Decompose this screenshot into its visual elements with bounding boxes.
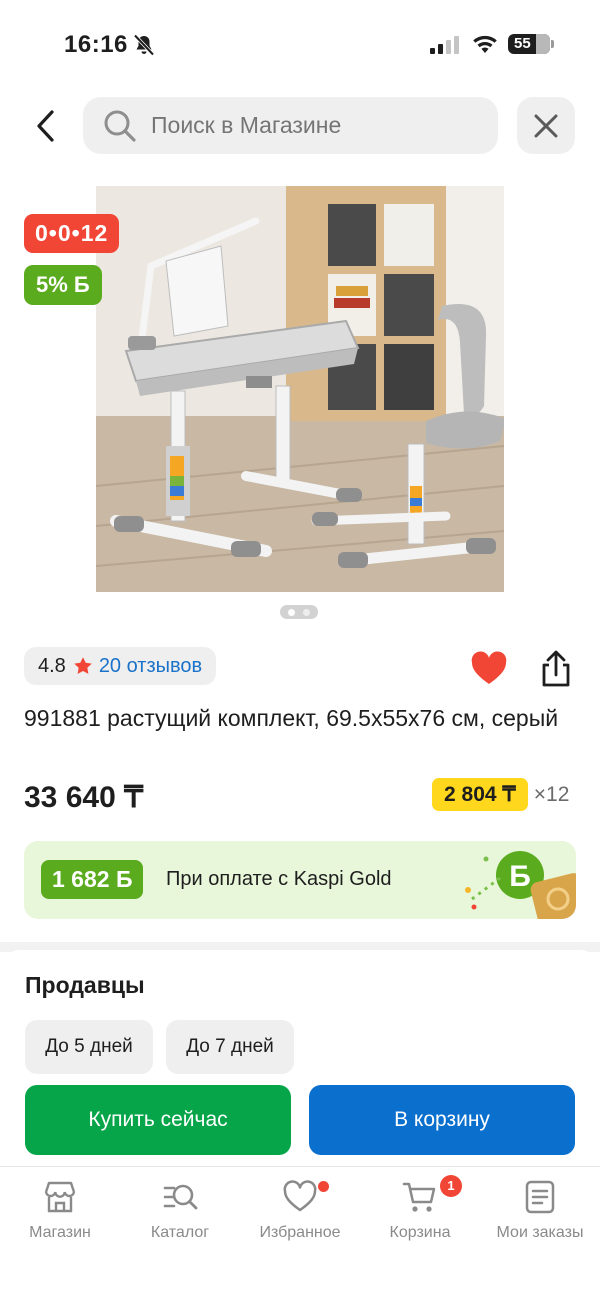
rating-reviews-pill[interactable]: 4.8 20 отзывов — [24, 647, 217, 685]
heart-outline-icon — [283, 1180, 317, 1212]
add-to-cart-button[interactable]: В корзину — [309, 1085, 575, 1155]
store-icon — [44, 1181, 76, 1213]
bottom-tab-bar: Магазин Каталог Избранное 1 Корзина Мои … — [0, 1166, 600, 1300]
close-button[interactable] — [517, 97, 575, 154]
tab-favorites[interactable]: Избранное — [240, 1179, 360, 1249]
gold-banner-text: При оплате с Kaspi Gold — [166, 868, 392, 890]
orders-list-icon — [525, 1180, 555, 1214]
buy-now-button[interactable]: Купить сейчас — [25, 1085, 291, 1155]
cart-icon — [402, 1182, 436, 1212]
star-icon — [74, 657, 92, 674]
search-input[interactable] — [151, 112, 471, 139]
tab-label: Избранное — [259, 1224, 341, 1241]
catalog-search-icon — [163, 1184, 198, 1210]
chevron-left-icon — [37, 110, 54, 142]
search-icon — [104, 110, 136, 142]
svg-text:Б: Б — [509, 860, 531, 893]
installment-term: ×12 — [533, 782, 570, 806]
delivery-filter-chip[interactable]: До 7 дней — [166, 1020, 294, 1074]
wifi-icon — [473, 35, 497, 53]
timer-badge: 0•0•12 — [24, 214, 120, 253]
tab-orders[interactable]: Мои заказы — [480, 1179, 600, 1249]
rating-value: 4.8 — [38, 654, 66, 677]
product-price: 33 640 ₸ — [24, 781, 144, 814]
reviews-link[interactable]: 20 отзывов — [99, 655, 202, 678]
tab-label: Каталог — [150, 1224, 210, 1241]
tab-store[interactable]: Магазин — [0, 1179, 120, 1249]
product-gallery[interactable]: 0•0•12 5% Б — [0, 186, 600, 626]
signal-icon — [430, 36, 459, 54]
kaspi-gold-card-icon: Б — [465, 851, 576, 919]
status-time: 16:16 — [64, 31, 128, 58]
sellers-title: Продавцы — [25, 972, 145, 998]
sellers-section: Продавцы До 5 дней До 7 дней Купить сейч… — [0, 950, 600, 1166]
delivery-filter-chip[interactable]: До 5 дней — [25, 1020, 153, 1074]
bell-slash-icon — [133, 34, 155, 56]
battery-level: 55 — [514, 35, 531, 52]
tab-cart[interactable]: 1 Корзина — [360, 1175, 480, 1249]
pager-dot — [303, 608, 310, 616]
tab-label: Корзина — [389, 1224, 451, 1241]
tab-label: Мои заказы — [496, 1224, 584, 1241]
battery-icon: 55 — [508, 34, 554, 54]
notification-dot — [318, 1181, 329, 1192]
close-icon — [534, 114, 558, 137]
kaspi-gold-banner[interactable]: 1 682 Б При оплате с Kaspi Gold Б — [24, 841, 576, 919]
search-bar[interactable] — [83, 97, 498, 154]
top-bar — [0, 96, 600, 156]
product-image[interactable] — [96, 186, 504, 592]
product-title: 991881 растущий комплект, 69.5x55x76 см,… — [24, 705, 559, 731]
installment-info[interactable]: 2 804 ₸ ×12 — [432, 778, 569, 811]
pager-dot-active — [288, 608, 295, 616]
tab-catalog[interactable]: Каталог — [120, 1179, 240, 1249]
favorite-heart-icon[interactable] — [470, 651, 508, 687]
bonus-badge: 5% Б — [24, 265, 102, 305]
back-button[interactable] — [24, 102, 68, 150]
gold-bonus-amount: 1 682 Б — [41, 860, 144, 899]
tab-label: Магазин — [29, 1224, 91, 1241]
cart-count-badge: 1 — [440, 1175, 462, 1197]
status-bar: 16:16 55 — [0, 0, 600, 90]
installment-amount: 2 804 ₸ — [432, 778, 528, 811]
image-pager[interactable] — [280, 605, 318, 619]
share-icon[interactable] — [538, 650, 574, 688]
